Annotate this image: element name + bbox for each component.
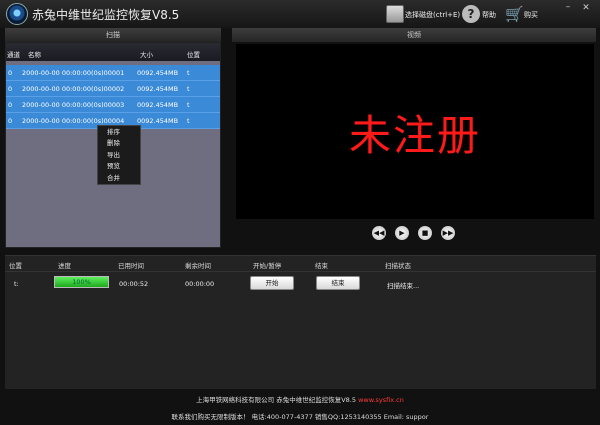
task-column-progress: 进度: [58, 262, 71, 270]
select-disk-button[interactable]: 选择磁盘(ctrl+E): [405, 10, 460, 20]
close-button[interactable]: ✕: [580, 3, 592, 13]
cell-size: 0092.454MB: [137, 117, 179, 125]
video-panel-header: 视频: [232, 28, 596, 42]
footer-contact: 联系我们购买无限制版本！ 电话:400-077-4377 销售QQ:125314…: [171, 413, 429, 421]
video-preview: 未注册: [236, 44, 594, 219]
forward-button[interactable]: ▶▶: [441, 226, 455, 240]
menu-item-export[interactable]: 导出: [98, 150, 140, 161]
task-column-status: 扫描状态: [385, 262, 411, 270]
cell-location: t: [187, 101, 190, 109]
cell-location: t: [187, 69, 190, 77]
task-table-header: 位置 进度 已用时间 剩余时间 开始/暂停 结束 扫描状态: [5, 256, 596, 272]
unregistered-watermark: 未注册: [348, 111, 481, 160]
stop-button[interactable]: ■: [418, 226, 432, 240]
task-elapsed: 00:00:52: [119, 280, 149, 288]
cell-size: 0092.454MB: [137, 69, 179, 77]
footer-company-text: 上海甲铁网络科技有限公司 赤兔中维世纪监控恢复V8.5: [196, 396, 357, 404]
table-row[interactable]: 0 2000-00-00 00:00:00(0s)00002 0092.454M…: [6, 81, 220, 97]
start-button[interactable]: 开始: [250, 276, 294, 290]
cell-name: 2000-00-00 00:00:00(0s)00002: [22, 85, 125, 93]
disk-icon[interactable]: [386, 5, 404, 23]
cell-location: t: [187, 117, 190, 125]
task-column-location: 位置: [9, 262, 22, 270]
app-logo-icon: [6, 3, 28, 25]
cell-channel: 0: [8, 117, 13, 125]
cart-icon[interactable]: 🛒: [505, 5, 524, 23]
menu-item-merge[interactable]: 合并: [98, 173, 140, 184]
play-button[interactable]: ▶: [395, 226, 409, 240]
buy-button[interactable]: 购买: [524, 10, 538, 20]
task-column-remaining: 剩余时间: [185, 262, 211, 270]
cell-location: t: [187, 85, 190, 93]
app-title: 赤兔中维世纪监控恢复V8.5: [32, 8, 180, 22]
context-menu: 排序 删除 导出 预览 合并: [97, 125, 141, 185]
task-remaining: 00:00:00: [185, 280, 215, 288]
menu-item-sort[interactable]: 排序: [98, 127, 140, 138]
cell-channel: 0: [8, 85, 13, 93]
end-button[interactable]: 结束: [316, 276, 360, 290]
task-panel: 位置 进度 已用时间 剩余时间 开始/暂停 结束 扫描状态 t: 100% 00…: [5, 255, 596, 389]
cell-name: 2000-00-00 00:00:00(0s)00003: [22, 101, 125, 109]
cell-channel: 0: [8, 101, 13, 109]
cell-size: 0092.454MB: [137, 101, 179, 109]
column-channel[interactable]: 通道: [7, 49, 20, 59]
cell-name: 2000-00-00 00:00:00(0s)00001: [22, 69, 125, 77]
menu-item-preview[interactable]: 预览: [98, 161, 140, 172]
help-button[interactable]: 帮助: [482, 10, 496, 20]
progress-bar: 100%: [54, 276, 109, 288]
file-table-header: 通道 名称 大小 位置: [6, 43, 220, 61]
help-icon[interactable]: ?: [462, 5, 480, 23]
table-row[interactable]: 0 2000-00-00 00:00:00(0s)00001 0092.454M…: [6, 65, 220, 81]
column-location[interactable]: 位置: [187, 49, 200, 59]
cell-size: 0092.454MB: [137, 85, 179, 93]
column-size[interactable]: 大小: [140, 49, 153, 59]
footer-company: 上海甲铁网络科技有限公司 赤兔中维世纪监控恢复V8.5 www.sysfix.c…: [0, 394, 600, 404]
rewind-button[interactable]: ◀◀: [372, 226, 386, 240]
table-row[interactable]: 0 2000-00-00 00:00:00(0s)00003 0092.454M…: [6, 97, 220, 113]
task-status: 扫描结束...: [387, 282, 420, 290]
column-name[interactable]: 名称: [28, 49, 41, 59]
task-column-end: 结束: [315, 262, 328, 270]
progress-text: 100%: [72, 278, 91, 286]
task-location: t:: [14, 280, 19, 288]
scan-panel-header: 扫描: [5, 28, 221, 42]
task-column-start-pause: 开始/暂停: [253, 262, 282, 270]
cell-channel: 0: [8, 69, 13, 77]
footer-website-link[interactable]: www.sysfix.cn: [358, 396, 404, 404]
minimize-button[interactable]: –: [562, 3, 574, 13]
task-column-elapsed: 已用时间: [118, 262, 144, 270]
menu-item-delete[interactable]: 删除: [98, 138, 140, 149]
cell-name: 2000-00-00 00:00:00(0s)00004: [22, 117, 125, 125]
